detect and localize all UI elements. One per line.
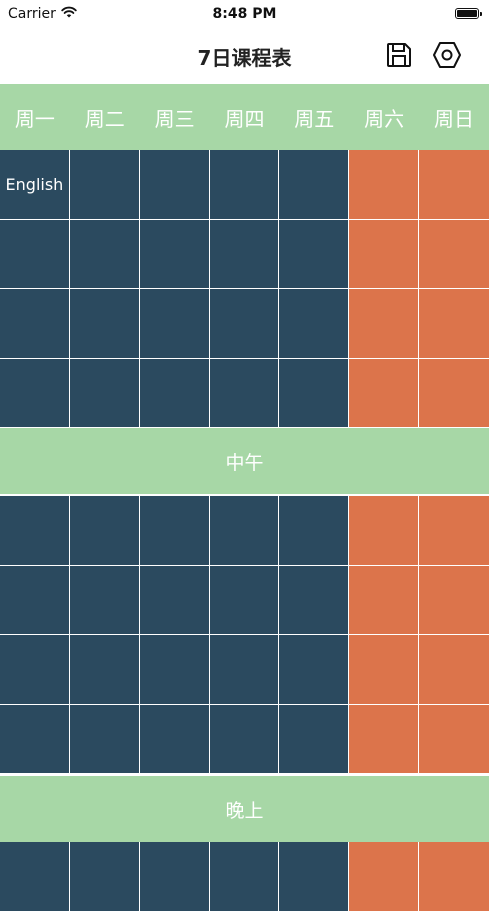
schedule-cell[interactable]: [139, 565, 210, 635]
schedule-cell[interactable]: [419, 219, 489, 289]
schedule-cell[interactable]: [279, 635, 350, 705]
schedule-cell[interactable]: [209, 496, 280, 566]
schedule-cell[interactable]: [209, 704, 280, 774]
schedule-cell[interactable]: [279, 704, 350, 774]
schedule-cell[interactable]: [0, 635, 70, 705]
schedule-cell[interactable]: [139, 219, 210, 289]
battery-icon: [455, 8, 482, 19]
schedule-cell[interactable]: [209, 150, 280, 220]
schedule-cell[interactable]: [0, 565, 70, 635]
schedule-cell[interactable]: [69, 289, 140, 359]
day-label-tue: 周二: [84, 106, 125, 131]
schedule-cell[interactable]: [419, 565, 489, 635]
schedule-row: [0, 635, 489, 705]
save-button[interactable]: [384, 40, 414, 70]
schedule-cell[interactable]: [349, 358, 420, 428]
schedule-cell[interactable]: [349, 565, 420, 635]
schedule-cell[interactable]: [139, 842, 210, 912]
schedule-cell[interactable]: [209, 635, 280, 705]
schedule-cell[interactable]: [419, 842, 489, 912]
day-label-thu: 周四: [224, 106, 265, 131]
schedule-cell[interactable]: [279, 496, 350, 566]
schedule-cell[interactable]: [139, 289, 210, 359]
save-icon: [387, 43, 411, 67]
schedule-cell[interactable]: [419, 358, 489, 428]
schedule-cell[interactable]: [0, 842, 70, 912]
schedule-cell[interactable]: [139, 150, 210, 220]
day-label-sat: 周六: [364, 106, 405, 131]
day-label-sun: 周日: [433, 106, 474, 131]
schedule-cell[interactable]: [419, 635, 489, 705]
schedule-cell[interactable]: [349, 219, 420, 289]
schedule-cell[interactable]: [419, 150, 489, 220]
schedule-cell[interactable]: English: [0, 150, 70, 220]
schedule-cell[interactable]: [69, 496, 140, 566]
day-label-mon: 周一: [14, 106, 55, 131]
schedule-cell[interactable]: [139, 358, 210, 428]
schedule-cell[interactable]: [209, 358, 280, 428]
settings-button[interactable]: [432, 40, 462, 70]
schedule-cell[interactable]: [349, 496, 420, 566]
schedule-cell[interactable]: [0, 358, 70, 428]
schedule-cell[interactable]: [69, 219, 140, 289]
schedule-row: [0, 842, 489, 912]
schedule-cell[interactable]: [69, 842, 140, 912]
schedule-cell[interactable]: [139, 496, 210, 566]
schedule-cell[interactable]: [279, 842, 350, 912]
schedule-cell[interactable]: [69, 358, 140, 428]
schedule-row: [0, 704, 489, 774]
schedule-cell[interactable]: [279, 289, 350, 359]
schedule-cell[interactable]: [419, 704, 489, 774]
nav-bar: 7日课程表: [0, 30, 489, 84]
day-label-wed: 周三: [154, 106, 195, 131]
schedule-cell[interactable]: [419, 496, 489, 566]
schedule-cell[interactable]: [279, 150, 350, 220]
schedule-cell[interactable]: [279, 565, 350, 635]
schedule-row: [0, 358, 489, 428]
schedule-cell[interactable]: [139, 635, 210, 705]
schedule-cell[interactable]: [209, 289, 280, 359]
schedule-cell[interactable]: [349, 635, 420, 705]
evening-grid: [0, 842, 489, 912]
morning-grid: English: [0, 150, 489, 428]
schedule-cell[interactable]: [0, 496, 70, 566]
schedule-cell[interactable]: [0, 219, 70, 289]
schedule-cell[interactable]: [69, 150, 140, 220]
status-bar: Carrier 8:48 PM: [0, 0, 489, 30]
schedule-cell[interactable]: [349, 289, 420, 359]
schedule-cell[interactable]: [209, 565, 280, 635]
settings-icon: [433, 42, 461, 68]
schedule-cell[interactable]: [139, 704, 210, 774]
schedule-cell[interactable]: [69, 635, 140, 705]
schedule-cell[interactable]: [69, 704, 140, 774]
afternoon-grid: [0, 496, 489, 774]
schedule-cell[interactable]: [0, 704, 70, 774]
schedule-cell[interactable]: [0, 289, 70, 359]
schedule-cell[interactable]: [279, 358, 350, 428]
evening-divider: 晚上: [0, 776, 489, 842]
schedule-cell[interactable]: [349, 842, 420, 912]
noon-divider: 中午: [0, 428, 489, 494]
schedule-row: [0, 219, 489, 289]
schedule-row: [0, 289, 489, 359]
schedule-row: English: [0, 150, 489, 220]
schedule-cell[interactable]: [209, 219, 280, 289]
schedule-row: [0, 565, 489, 635]
weekday-header: 周一 周二 周三 周四 周五 周六 周日: [0, 84, 489, 150]
schedule-cell[interactable]: [349, 150, 420, 220]
day-label-fri: 周五: [294, 106, 335, 131]
schedule-cell[interactable]: [69, 565, 140, 635]
status-time: 8:48 PM: [212, 6, 277, 22]
schedule-cell[interactable]: [279, 219, 350, 289]
schedule-cell[interactable]: [209, 842, 280, 912]
page-title: 7日课程表: [197, 46, 292, 70]
schedule-row: [0, 496, 489, 566]
schedule-cell[interactable]: [349, 704, 420, 774]
schedule-cell[interactable]: [419, 289, 489, 359]
